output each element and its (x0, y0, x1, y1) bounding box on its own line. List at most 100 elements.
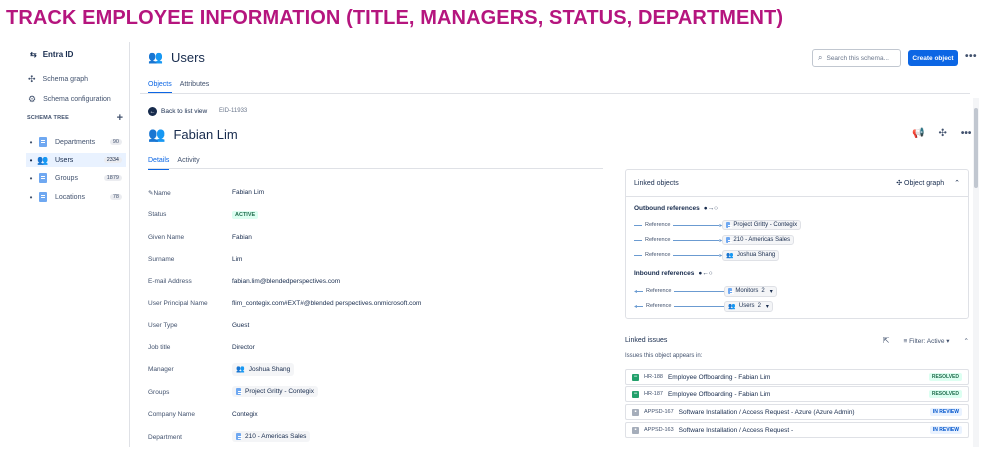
app-name: Entra ID (42, 50, 74, 59)
add-object-type-button[interactable]: + (117, 112, 123, 124)
status-badge: IN REVIEW (929, 408, 962, 416)
doc-icon (726, 237, 733, 243)
chevron-up-icon[interactable]: ⌃ (954, 179, 960, 187)
open-external-icon[interactable]: ⇱ (883, 336, 890, 345)
field-label-manager: Manager (148, 366, 174, 373)
field-label-company: Company Name (148, 411, 195, 418)
people-icon: 👥 (726, 252, 734, 259)
graph-icon: ✣ (896, 180, 903, 187)
chevron-down-icon: ▾ (769, 288, 773, 295)
sidebar-header[interactable]: ⇆ Entra ID (30, 50, 73, 59)
reference-row: Reference ▸ 👥 Joshua Shang (634, 249, 780, 261)
connector-line (673, 224, 720, 226)
connector-line (634, 239, 642, 241)
people-icon: 👥 (728, 303, 736, 310)
connector-line (673, 239, 720, 241)
gear-icon: ⚙ (28, 94, 37, 104)
department-chip[interactable]: 210 - Americas Sales (232, 431, 311, 442)
reference-chip[interactable]: Project Gritty - Contegix (722, 220, 802, 230)
linked-objects-title: Linked objects (634, 179, 679, 187)
sidebar-item-groups[interactable]: • Groups 1879 (26, 171, 126, 185)
more-options-icon[interactable]: ••• (961, 128, 972, 139)
megaphone-icon[interactable]: 📢 (912, 128, 924, 139)
chevron-down-icon: ▾ (765, 303, 769, 310)
object-title: 👥 Fabian Lim (148, 126, 238, 142)
reference-chip[interactable]: 👥 Joshua Shang (722, 249, 780, 261)
object-graph-button[interactable]: ✣ Object graph (896, 179, 944, 187)
manager-chip[interactable]: 👥 Joshua Shang (232, 363, 295, 376)
reference-row: Reference ▸ Project Gritty - Contegix (634, 220, 802, 230)
field-label-upn: User Principal Name (148, 300, 208, 307)
scrollbar[interactable] (973, 98, 979, 447)
connector-line (634, 224, 642, 226)
schema-tree-title: SCHEMA TREE (27, 115, 70, 121)
search-input[interactable]: ⌕ Search this schema... (812, 49, 901, 67)
outbound-references-title: Outbound references ●→○ (634, 205, 719, 212)
field-label-surname: Surname (148, 256, 175, 263)
field-value-company: Contegix (232, 411, 258, 418)
people-icon: 👥 (148, 50, 163, 64)
sidebar-link-schema-graph[interactable]: ✣ Schema graph (28, 74, 88, 85)
chevron-up-icon[interactable]: ⌃ (964, 337, 969, 345)
field-label-user-type: User Type (148, 322, 178, 329)
field-label-department: Department (148, 434, 182, 441)
schema-icon: ⇆ (30, 50, 37, 59)
reference-row: Reference ▸ 210 - Americas Sales (634, 235, 795, 245)
field-value-upn: flim_contegix.com#EXT#@blended perspecti… (232, 300, 422, 307)
field-value-surname: Lim (232, 256, 243, 263)
issue-type-icon: − (632, 373, 639, 381)
issue-row[interactable]: ▪ APPSD-163 Software Installation / Acce… (625, 422, 969, 438)
scrollbar-thumb[interactable] (974, 108, 978, 188)
inbound-references-title: Inbound references ●←○ (634, 270, 713, 277)
reference-chip-monitors[interactable]: Monitors 2 ▾ (724, 285, 777, 297)
count-badge: 2334 (103, 157, 122, 163)
status-badge: IN REVIEW (929, 426, 962, 434)
sidebar-item-departments[interactable]: • Departments 90 (26, 135, 126, 149)
field-value-email: fabian.lim@blendedperspectives.com (232, 278, 341, 285)
people-icon: 👥 (236, 366, 245, 373)
connector-line (673, 254, 720, 256)
field-label-email: E-mail Address (148, 278, 192, 285)
field-value-name: Fabian Lim (232, 189, 265, 196)
status-badge: ACTIVE (232, 211, 259, 219)
reference-chip-users[interactable]: 👥 Users 2 ▾ (724, 300, 773, 312)
status-badge: RESOLVED (928, 373, 962, 381)
doc-icon (39, 137, 47, 147)
issue-row[interactable]: − HR-188 Employee Offboarding - Fabian L… (625, 369, 969, 385)
expand-bullet-icon[interactable]: • (26, 138, 36, 147)
field-label-groups: Groups (148, 389, 170, 396)
sidebar-link-schema-configuration[interactable]: ⚙ Schema configuration (28, 94, 111, 105)
connector-line (637, 290, 644, 292)
create-object-button[interactable]: Create object (908, 50, 958, 66)
doc-icon (728, 288, 735, 294)
sidebar-item-users[interactable]: • 👥 Users 2334 (26, 153, 126, 167)
issue-type-icon: − (632, 390, 639, 398)
outbound-link-icon: ●→○ (703, 205, 719, 212)
reference-chip[interactable]: 210 - Americas Sales (722, 235, 795, 245)
reference-row: ◂ Reference Monitors 2 ▾ (634, 285, 777, 297)
people-icon: 👥 (148, 126, 166, 142)
inbound-link-icon: ●←○ (698, 270, 713, 277)
connector-line (674, 290, 725, 292)
groups-chip[interactable]: Project Gritty - Contegix (232, 386, 318, 397)
expand-bullet-icon[interactable]: • (26, 193, 36, 202)
people-icon: 👥 (37, 154, 49, 165)
reference-row: ◂ Reference 👥 Users 2 ▾ (634, 300, 773, 312)
doc-icon (39, 173, 47, 183)
sidebar-item-locations[interactable]: • Locations 78 (26, 190, 126, 204)
search-icon: ⌕ (818, 53, 823, 62)
expand-bullet-icon[interactable]: • (26, 174, 36, 183)
field-value-job-title: Director (232, 344, 255, 351)
more-options-icon[interactable]: ••• (965, 51, 977, 62)
back-to-list-button[interactable]: ← Back to list view (148, 107, 207, 116)
doc-icon (236, 388, 242, 395)
divider (140, 93, 970, 94)
sidebar: ⇆ Entra ID ✣ Schema graph ⚙ Schema confi… (20, 42, 130, 447)
expand-bullet-icon[interactable]: • (26, 156, 36, 165)
issue-row[interactable]: ▪ APPSD-167 Software Installation / Acce… (625, 404, 969, 420)
divider (148, 168, 603, 169)
linked-objects-panel: Linked objects ✣ Object graph ⌃ Outbound… (625, 169, 969, 319)
issue-row[interactable]: − HR-187 Employee Offboarding - Fabian L… (625, 386, 969, 402)
filter-dropdown[interactable]: ≡ Filter: Active ▾ (903, 337, 949, 345)
object-graph-icon[interactable]: ✣ (938, 128, 946, 139)
